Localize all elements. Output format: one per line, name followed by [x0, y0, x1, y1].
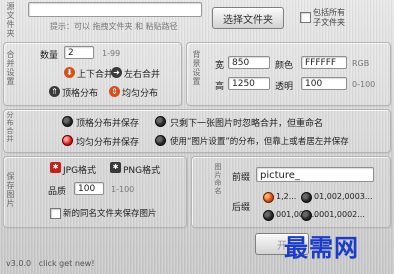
- include-subfolders-checkbox[interactable]: [300, 12, 311, 23]
- count-range-hint: 1-99: [102, 49, 121, 58]
- use-image-settings-label[interactable]: 使用“图片设置”的分布，但靠上或者居左并保存: [170, 135, 349, 147]
- include-subfolders-line2: 子文件夹: [313, 18, 345, 27]
- new-folder-label[interactable]: 新的同名文件夹保存图片: [63, 207, 157, 219]
- png-format-icon[interactable]: ✱: [110, 162, 121, 173]
- watermark-text: 最需网: [284, 233, 359, 262]
- even-layout-label[interactable]: 均匀分布: [122, 86, 158, 99]
- skip-single-label[interactable]: 只剩下一张图片时忽略合并，但重命名: [170, 116, 323, 129]
- width-input[interactable]: 850: [228, 56, 270, 69]
- select-folder-button[interactable]: 选择文件夹: [212, 7, 284, 29]
- count-label: 数量: [40, 51, 59, 61]
- suffix-4-label[interactable]: 0001,0002...: [314, 210, 365, 219]
- radio-even-save[interactable]: [62, 135, 73, 146]
- radio-use-image-settings[interactable]: [155, 135, 166, 146]
- arrow-right-icon[interactable]: ➜: [111, 67, 122, 78]
- even-save-label[interactable]: 均匀分布并保存: [76, 135, 139, 148]
- background-side-label: 背景设置: [192, 50, 201, 86]
- left-right-merge-label[interactable]: 左右合并: [124, 67, 160, 80]
- top-save-label[interactable]: 顶格分布并保存: [76, 116, 139, 129]
- version-text[interactable]: v3.0.0 click get new!: [6, 259, 95, 268]
- height-label: 高: [215, 82, 225, 92]
- include-subfolders-line1: 包括所有: [313, 8, 345, 17]
- arrow-down-icon[interactable]: ⬇: [64, 67, 75, 78]
- even-layout-icon[interactable]: ⇕: [109, 86, 120, 97]
- radio-top-save[interactable]: [62, 116, 73, 127]
- source-side-label: 源文件夹: [6, 2, 15, 38]
- height-input[interactable]: 1250: [228, 77, 270, 90]
- jpg-format-label[interactable]: JPG格式: [63, 163, 96, 176]
- suffix-2-label[interactable]: 01,002,0003...: [314, 192, 373, 201]
- save-side-label: 保存图片: [6, 172, 15, 208]
- top-layout-label[interactable]: 顶格分布: [62, 86, 98, 99]
- jpg-format-icon[interactable]: ✱: [50, 162, 61, 173]
- color-input[interactable]: FFFFFF: [301, 56, 347, 69]
- include-subfolders-label: 包括所有 子文件夹: [313, 8, 345, 28]
- opacity-input[interactable]: 100: [301, 77, 347, 90]
- new-folder-checkbox[interactable]: [50, 208, 61, 219]
- quality-input[interactable]: 100: [74, 182, 104, 195]
- source-path-input[interactable]: [28, 2, 202, 17]
- count-input[interactable]: 2: [64, 46, 94, 59]
- background-settings-panel: [186, 42, 391, 106]
- quality-label: 品质: [48, 187, 67, 197]
- prefix-input[interactable]: picture_: [256, 167, 374, 182]
- opacity-label: 透明: [275, 82, 294, 92]
- top-layout-icon[interactable]: ⇑: [49, 86, 60, 97]
- width-label: 宽: [215, 61, 225, 71]
- top-bottom-merge-label[interactable]: 上下合并: [77, 67, 113, 80]
- radio-suffix-4[interactable]: [301, 210, 312, 221]
- suffix-label: 后缀: [232, 203, 251, 213]
- png-format-label[interactable]: PNG格式: [123, 163, 160, 176]
- app-window: 源文件夹 提示：可以 拖拽文件夹 和 粘贴路径 选择文件夹 包括所有 子文件夹 …: [0, 0, 394, 274]
- radio-skip-single[interactable]: [155, 116, 166, 127]
- opacity-range-hint: 0-100: [352, 80, 376, 89]
- distribution-side-label: 分布合并: [6, 111, 14, 143]
- drag-paste-hint: 提示：可以 拖拽文件夹 和 粘贴路径: [50, 22, 178, 31]
- prefix-label: 前缀: [232, 173, 251, 183]
- naming-side-label: 图片命名: [214, 163, 222, 195]
- merge-side-label: 合并设置: [6, 50, 15, 86]
- suffix-1-label[interactable]: 1,2...: [276, 192, 296, 201]
- radio-suffix-2[interactable]: [301, 192, 312, 203]
- radio-suffix-3[interactable]: [263, 210, 274, 221]
- color-label: 颜色: [275, 61, 294, 71]
- radio-suffix-1[interactable]: [263, 192, 274, 203]
- color-unit-hint: RGB: [352, 59, 370, 68]
- quality-range-hint: 1-100: [111, 185, 135, 194]
